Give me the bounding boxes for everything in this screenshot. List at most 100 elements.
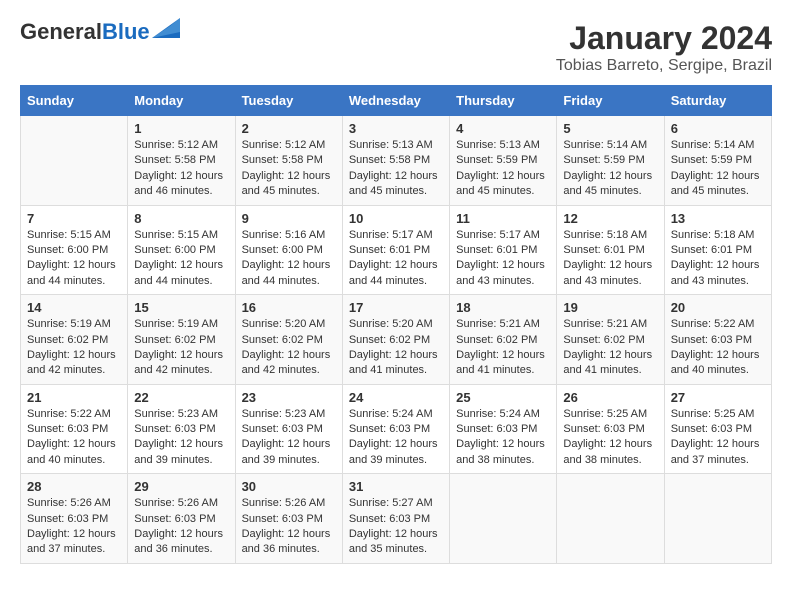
header-cell-tuesday: Tuesday [235,86,342,116]
calendar-cell: 22Sunrise: 5:23 AMSunset: 6:03 PMDayligh… [128,384,235,474]
calendar-cell: 29Sunrise: 5:26 AMSunset: 6:03 PMDayligh… [128,474,235,564]
day-info-line: Sunrise: 5:17 AM [349,229,433,241]
day-info-line: Daylight: 12 hours [349,349,438,361]
day-info-line: and 37 minutes. [671,454,749,466]
calendar-cell: 2 Sunrise: 5:12 AMSunset: 5:58 PMDaylight… [235,116,342,206]
day-info: Sunrise: 5:15 AMSunset: 6:00 PMDaylight:… [134,228,228,290]
day-number: 13 [671,211,765,226]
day-info-line: and 42 minutes. [27,364,105,376]
day-info-line: Daylight: 12 hours [27,349,116,361]
calendar-cell [664,474,771,564]
day-info-line: Sunrise: 5:26 AM [27,497,111,509]
header-cell-monday: Monday [128,86,235,116]
calendar-cell: 3Sunrise: 5:13 AMSunset: 5:58 PMDaylight… [342,116,449,206]
logo-icon [152,18,180,38]
day-info-line: Sunset: 6:00 PM [242,244,323,256]
day-info-line: Sunrise: 5:21 AM [456,318,540,330]
day-info-line: Sunset: 6:03 PM [134,423,215,435]
day-info-line: Sunset: 6:02 PM [456,334,537,346]
day-info-line: and 40 minutes. [671,364,749,376]
day-info-line: Sunset: 6:03 PM [456,423,537,435]
day-info-line: Daylight: 12 hours [563,438,652,450]
day-number: 5 [563,121,657,136]
day-number: 15 [134,300,228,315]
day-info-line: Sunset: 6:01 PM [563,244,644,256]
day-info-line: Sunset: 6:03 PM [671,423,752,435]
calendar-cell: 4Sunrise: 5:13 AMSunset: 5:59 PMDaylight… [450,116,557,206]
day-info-line: and 41 minutes. [349,364,427,376]
day-info-line: Sunset: 6:03 PM [563,423,644,435]
day-info-line: Sunset: 6:03 PM [242,513,323,525]
day-info-line: Sunrise: 5:12 AM [242,139,326,151]
day-info-line: Daylight: 12 hours [134,528,223,540]
day-info-line: Sunset: 6:02 PM [242,334,323,346]
day-info-line: Sunset: 6:03 PM [349,513,430,525]
day-number: 25 [456,390,550,405]
day-number: 24 [349,390,443,405]
logo: GeneralBlue [20,20,180,44]
day-info: Sunrise: 5:17 AMSunset: 6:01 PMDaylight:… [456,228,550,290]
calendar-cell: 17Sunrise: 5:20 AMSunset: 6:02 PMDayligh… [342,295,449,385]
day-info-line: and 37 minutes. [27,543,105,555]
day-info-line: Sunrise: 5:20 AM [349,318,433,330]
day-info-line: Daylight: 12 hours [134,170,223,182]
day-info-line: Sunset: 6:02 PM [563,334,644,346]
header-cell-friday: Friday [557,86,664,116]
day-info-line: Daylight: 12 hours [242,528,331,540]
day-info: Sunrise: 5:19 AMSunset: 6:02 PMDaylight:… [134,317,228,379]
day-number: 19 [563,300,657,315]
day-info-line: Sunrise: 5:14 AM [563,139,647,151]
calendar-cell: 30Sunrise: 5:26 AMSunset: 6:03 PMDayligh… [235,474,342,564]
day-info-line: Sunset: 6:03 PM [27,423,108,435]
day-info-line: Daylight: 12 hours [242,349,331,361]
day-info-line: and 39 minutes. [242,454,320,466]
day-number: 7 [27,211,121,226]
calendar-cell: 13Sunrise: 5:18 AMSunset: 6:01 PMDayligh… [664,205,771,295]
calendar-cell: 28Sunrise: 5:26 AMSunset: 6:03 PMDayligh… [21,474,128,564]
day-info-line: Daylight: 12 hours [242,259,331,271]
day-info-line: Sunrise: 5:18 AM [671,229,755,241]
day-info-line: Sunrise: 5:16 AM [242,229,326,241]
logo-text: GeneralBlue [20,20,150,44]
calendar-cell: 9Sunrise: 5:16 AMSunset: 6:00 PMDaylight… [235,205,342,295]
day-info: Sunrise: 5:27 AMSunset: 6:03 PMDaylight:… [349,496,443,558]
day-info: Sunrise: 5:14 AMSunset: 5:59 PMDaylight:… [671,138,765,200]
calendar-cell: 24Sunrise: 5:24 AMSunset: 6:03 PMDayligh… [342,384,449,474]
day-info-line: Daylight: 12 hours [27,438,116,450]
day-info: Sunrise: 5:12 AMSunset: 5:58 PMDaylight:… [134,138,228,200]
day-info-line: Sunset: 6:03 PM [671,334,752,346]
day-number: 17 [349,300,443,315]
day-number: 6 [671,121,765,136]
day-info-line: Daylight: 12 hours [349,438,438,450]
day-info-line: Sunrise: 5:17 AM [456,229,540,241]
day-info-line: Sunrise: 5:22 AM [671,318,755,330]
title-area: January 2024 Tobias Barreto, Sergipe, Br… [556,20,772,75]
calendar-cell: 21Sunrise: 5:22 AMSunset: 6:03 PMDayligh… [21,384,128,474]
day-info-line: Sunrise: 5:20 AM [242,318,326,330]
day-info: Sunrise: 5:17 AMSunset: 6:01 PMDaylight:… [349,228,443,290]
day-info-line: and 44 minutes. [134,275,212,287]
day-info-line: Sunset: 6:00 PM [27,244,108,256]
day-number: 27 [671,390,765,405]
day-info-line: and 45 minutes. [563,185,641,197]
calendar-cell: 1Sunrise: 5:12 AMSunset: 5:58 PMDaylight… [128,116,235,206]
day-info-line: Sunrise: 5:15 AM [27,229,111,241]
day-number: 16 [242,300,336,315]
day-info-line: Daylight: 12 hours [349,170,438,182]
day-info-line: Daylight: 12 hours [134,259,223,271]
day-info-line: Daylight: 12 hours [456,349,545,361]
day-info: Sunrise: 5:18 AMSunset: 6:01 PMDaylight:… [563,228,657,290]
day-info-line: and 39 minutes. [134,454,212,466]
day-info-line: Sunset: 6:03 PM [349,423,430,435]
header: GeneralBlue January 2024 Tobias Barreto,… [20,20,772,75]
day-info-line: and 45 minutes. [242,185,320,197]
day-info-line: Daylight: 12 hours [456,170,545,182]
calendar-cell [557,474,664,564]
day-info-line: Sunset: 5:59 PM [456,154,537,166]
day-number: 10 [349,211,443,226]
day-info-line: Sunset: 5:59 PM [563,154,644,166]
day-number: 2 [242,121,336,136]
calendar-cell: 14Sunrise: 5:19 AMSunset: 6:02 PMDayligh… [21,295,128,385]
day-number: 12 [563,211,657,226]
day-info: Sunrise: 5:12 AMSunset: 5:58 PMDaylight:… [242,138,336,200]
